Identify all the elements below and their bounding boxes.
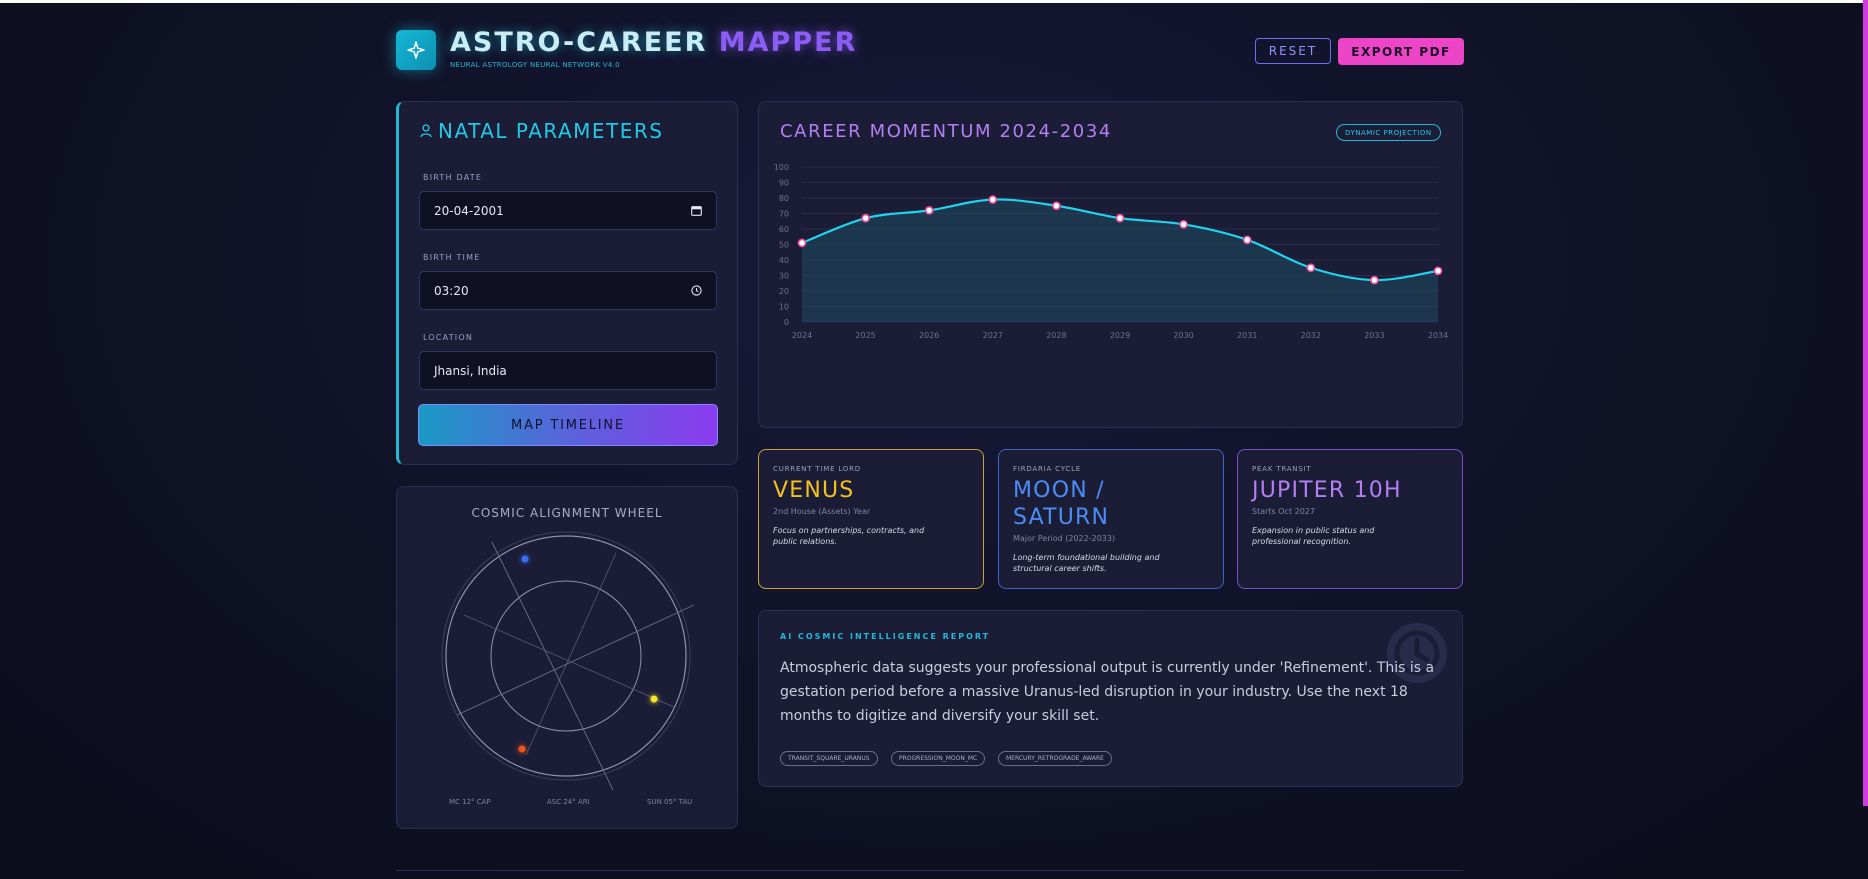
birth-date-value: 20-04-2001	[434, 203, 504, 218]
data-point	[1115, 213, 1125, 223]
x-tick-label: 2028	[1046, 331, 1066, 340]
firdaria-value-line2: SATURN	[1013, 505, 1110, 530]
x-tick-label: 2024	[792, 331, 812, 340]
wheel-glow-ring	[441, 531, 691, 781]
data-point	[924, 206, 934, 215]
sparkle-icon	[407, 41, 425, 59]
x-tick-label: 2027	[983, 331, 1003, 340]
planet-marker	[518, 745, 526, 753]
y-tick-label: 60	[779, 225, 789, 234]
y-tick-label: 30	[779, 272, 789, 281]
data-point	[861, 213, 870, 223]
x-tick-label: 2030	[1173, 331, 1193, 340]
firdaria-sub: Major Period (2022-2033)	[1013, 534, 1116, 543]
user-icon	[420, 124, 432, 138]
x-tick-label: 2033	[1364, 331, 1384, 340]
app-title: ASTRO-CAREER MAPPER	[450, 27, 857, 58]
wheel-axis	[456, 604, 695, 716]
time-lord-sub: 2nd House (Assets) Year	[773, 507, 871, 516]
report-label: AI COSMIC INTELLIGENCE REPORT	[780, 632, 991, 641]
x-tick-label: 2026	[919, 331, 939, 340]
birth-time-value: 03:20	[434, 283, 469, 298]
dynamic-projection-badge: DYNAMIC PROJECTION	[1336, 124, 1441, 141]
peak-transit-value: JUPITER 10H	[1252, 478, 1402, 503]
y-tick-label: 40	[779, 256, 789, 265]
x-tick-label: 2034	[1428, 331, 1448, 340]
wheel-sun-label: SUN 05° TAU	[647, 798, 693, 806]
birth-time-label: BIRTH TIME	[423, 253, 481, 262]
birth-date-input[interactable]: 20-04-2001	[419, 191, 717, 230]
export-pdf-button[interactable]: EXPORT PDF	[1338, 38, 1464, 65]
firdaria-label: FIRDARIA CYCLE	[1013, 465, 1082, 473]
wheel-axis	[525, 552, 617, 756]
cosmic-wheel-title: COSMIC ALIGNMENT WHEEL	[471, 506, 663, 520]
location-label: LOCATION	[423, 333, 474, 342]
natal-parameters-title: NATAL PARAMETERS	[438, 119, 664, 143]
data-point	[988, 195, 998, 204]
y-tick-label: 50	[779, 241, 789, 250]
time-lord-label: CURRENT TIME LORD	[773, 465, 861, 473]
footer-divider	[396, 870, 1463, 871]
wheel-mc-label: MC 12° CAP	[449, 798, 491, 806]
scrollbar[interactable]	[1863, 0, 1868, 806]
data-point	[1306, 263, 1316, 273]
report-text: Atmospheric data suggests your professio…	[780, 660, 1435, 724]
y-tick-label: 80	[779, 194, 789, 203]
birth-time-input[interactable]: 03:20	[419, 271, 717, 310]
x-tick-label: 2031	[1237, 331, 1257, 340]
app-container: ASTRO-CAREER MAPPER NEURAL ASTROLOGY NEU…	[396, 0, 1464, 879]
time-lord-desc: Focus on partnerships, contracts, and pu…	[773, 526, 925, 546]
data-point	[1370, 275, 1379, 285]
y-tick-label: 70	[779, 210, 789, 219]
tag-chip[interactable]: MERCURY_RETROGRADE_AWARE	[998, 751, 1112, 766]
career-momentum-chart: 01020304050607080901002024 2025 2026 2027 20…	[774, 163, 1448, 340]
tag-chip[interactable]: TRANSIT_SQUARE_URANUS	[780, 751, 878, 766]
location-input[interactable]: Jhansi, India	[419, 351, 717, 390]
y-tick-label: 0	[784, 318, 789, 327]
birth-date-label: BIRTH DATE	[423, 173, 483, 182]
firdaria-value-line1: MOON /	[1013, 478, 1105, 503]
map-timeline-button[interactable]: MAP TIMELINE	[418, 404, 718, 446]
data-point	[1433, 266, 1443, 276]
wheel-asc-label: ASC 24° ARI	[547, 798, 590, 806]
x-tick-label: 2029	[1110, 331, 1130, 340]
planet-marker	[521, 555, 529, 563]
firdaria-desc: Long-term foundational building and stru…	[1013, 553, 1160, 573]
data-point	[797, 238, 807, 248]
data-point	[1051, 201, 1061, 211]
app-title-accent: MAPPER	[718, 27, 858, 58]
y-tick-label: 20	[779, 287, 789, 296]
y-tick-label: 10	[779, 303, 789, 312]
peak-transit-label: PEAK TRANSIT	[1252, 465, 1312, 473]
peak-transit-sub: Starts Oct 2027	[1252, 507, 1315, 516]
peak-transit-desc: Expansion in public status and professio…	[1252, 526, 1375, 546]
wheel-inner-ring	[490, 580, 642, 732]
planet-marker	[650, 695, 658, 703]
x-tick-label: 2032	[1301, 331, 1321, 340]
y-tick-label: 100	[774, 163, 789, 172]
calendar-icon[interactable]	[691, 205, 702, 216]
chart-title: CAREER MOMENTUM 2024-2034	[780, 121, 1112, 142]
data-point	[1179, 219, 1188, 229]
app-logo	[396, 30, 436, 70]
wheel-axis	[491, 541, 614, 790]
reset-button[interactable]: RESET	[1255, 38, 1331, 64]
tag-chip[interactable]: PROGRESSION_MOON_MC	[891, 751, 986, 766]
y-tick-label: 90	[779, 179, 789, 188]
x-tick-label: 2025	[855, 331, 875, 340]
location-value: Jhansi, India	[434, 363, 507, 378]
clock-icon[interactable]	[691, 285, 702, 296]
firdaria-value: MOON / SATURN	[1013, 477, 1109, 531]
wheel-outer-ring	[445, 535, 687, 777]
cosmic-alignment-wheel	[441, 531, 695, 790]
app-subtitle: NEURAL ASTROLOGY NEURAL NETWORK V4.0	[450, 61, 620, 69]
app-title-main: ASTRO-CAREER	[450, 27, 708, 58]
time-lord-value: VENUS	[773, 478, 855, 503]
data-point	[1242, 235, 1252, 245]
